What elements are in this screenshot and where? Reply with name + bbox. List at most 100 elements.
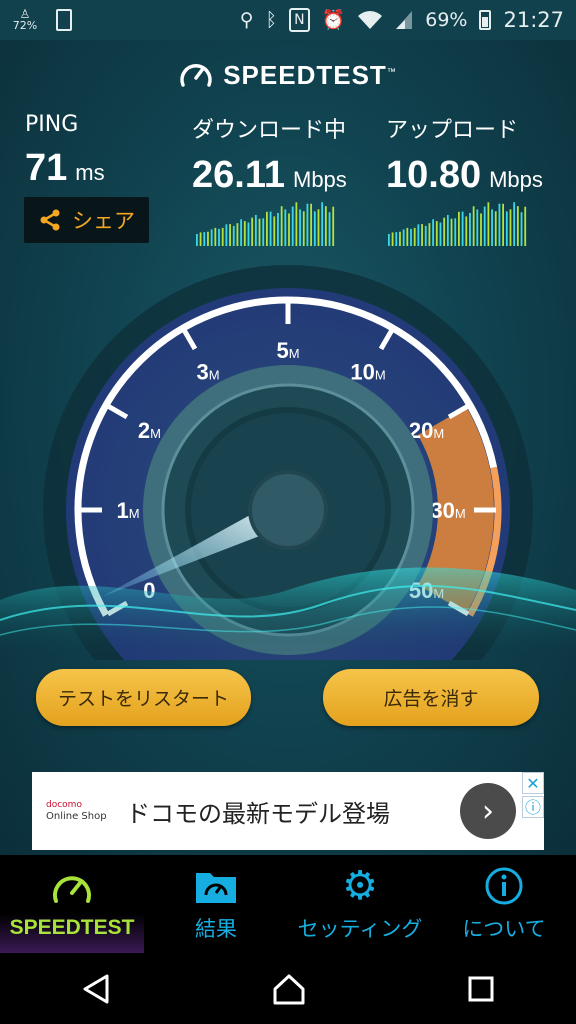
restart-test-label: テストをリスタート	[57, 688, 229, 710]
speedometer-icon	[53, 876, 91, 903]
sparkline-bar	[295, 202, 298, 246]
logo-text: SPEEDTEST	[223, 60, 387, 90]
sparkline-bar	[229, 224, 231, 246]
back-icon[interactable]	[81, 973, 111, 1005]
sparkline-bar	[247, 222, 250, 246]
sparkline-bar	[439, 222, 442, 246]
sparkline-bar	[273, 216, 276, 246]
sparkline-bar	[421, 224, 423, 246]
sparkline-bar	[262, 218, 265, 246]
sparkline-bar	[321, 202, 324, 246]
remove-ads-button[interactable]: 広告を消す	[323, 669, 539, 726]
tab-settings-label: セッティング	[297, 917, 423, 941]
sparkline-bar	[461, 211, 464, 246]
bottom-tab-bar: SPEEDTEST 結果 ⚙ セッティング について	[0, 855, 576, 953]
tab-speedtest-label: SPEEDTEST	[9, 916, 135, 939]
sparkline-bar	[395, 232, 398, 246]
sparkline-bar	[513, 202, 516, 246]
sparkline-bar	[291, 206, 294, 246]
ad-banner[interactable]: docomo Online Shop ドコモの最新モデル登場 › ✕ ⓘ	[32, 772, 544, 850]
sparkline-bar	[406, 227, 409, 246]
upload-metric: アップロード 10.80 Mbps	[386, 112, 543, 197]
sparkline-bar	[317, 209, 320, 246]
speedometer-logo-icon	[180, 63, 212, 87]
home-icon[interactable]	[272, 973, 306, 1005]
ping-value-row: 71 ms	[25, 147, 105, 190]
sparkline-bar	[218, 228, 220, 246]
sparkline-bar	[483, 206, 486, 246]
sparkline-bar	[520, 212, 523, 246]
sparkline-bar	[269, 211, 272, 246]
sparkline-bar	[310, 203, 313, 246]
ad-text: ドコモの最新モデル登場	[126, 799, 390, 828]
sparkline-bar	[410, 228, 412, 246]
download-value: 26.11	[192, 154, 285, 196]
sparkline-bar	[505, 211, 508, 246]
speed-gauge: 01M2M3M5M10M20M30M50M	[0, 265, 576, 660]
tab-results-label: 結果	[195, 917, 237, 941]
sparkline-bar	[240, 219, 243, 246]
sparkline-bar	[391, 232, 394, 246]
tab-settings[interactable]: ⚙ セッティング	[288, 855, 432, 953]
ad-chevron-right-icon[interactable]: ›	[460, 783, 516, 839]
sparkline-bar	[399, 231, 401, 246]
sparkline-bar	[207, 231, 209, 246]
sparkline-bar	[487, 202, 490, 246]
sparkline-bar	[196, 233, 198, 246]
share-button[interactable]: シェア	[24, 197, 149, 243]
sparkline-bar	[302, 211, 305, 246]
sparkline-bar	[280, 206, 283, 246]
ad-info-icon[interactable]: ⓘ	[522, 796, 544, 818]
system-nav-bar	[0, 953, 576, 1024]
sparkline-bar	[324, 206, 327, 246]
cell-signal-icon	[396, 11, 413, 29]
sparkline-bar	[254, 214, 257, 246]
sparkline-bar	[424, 225, 427, 246]
sparkline-bar	[469, 212, 471, 246]
sparkline-bar	[243, 221, 246, 246]
sparkline-bar	[450, 218, 453, 246]
remove-ads-label: 広告を消す	[383, 688, 479, 710]
logo-trademark: ™	[386, 66, 397, 77]
nfc-icon: N	[289, 8, 310, 32]
sim-card-icon	[56, 9, 72, 31]
sparkline-bar	[454, 218, 457, 246]
sparkline-bar	[232, 225, 235, 246]
upload-label: アップロード	[386, 118, 519, 143]
battery-icon	[479, 10, 492, 30]
share-icon	[40, 209, 60, 231]
sparkline-bar	[332, 206, 335, 246]
sparkline-bar	[465, 216, 468, 246]
alarm-icon: ⏰	[321, 9, 346, 31]
tab-about[interactable]: について	[432, 855, 576, 953]
sparkline-bar	[443, 217, 446, 246]
results-folder-icon	[196, 873, 236, 903]
info-icon	[485, 867, 523, 905]
ad-brand-logo: docomo Online Shop	[32, 800, 116, 822]
sparkline-bar	[306, 203, 309, 246]
battery-saver-indicator: ♙ 72%	[12, 7, 38, 32]
download-value-row: 26.11 Mbps	[192, 154, 347, 197]
sparkline-bar	[502, 203, 505, 246]
restart-test-button[interactable]: テストをリスタート	[36, 669, 251, 726]
sparkline-bar	[480, 213, 482, 246]
download-label: ダウンロード中	[192, 118, 347, 143]
sparkline-bar	[214, 227, 217, 246]
tab-about-label: について	[462, 917, 546, 941]
ad-brand-line2: Online Shop	[46, 811, 107, 822]
download-unit: Mbps	[293, 167, 347, 192]
sparkline-bar	[221, 227, 224, 246]
status-bar: ♙ 72% ⚲ ᛒ N ⏰ 69% 21:27	[0, 0, 576, 40]
sparkline-bar	[199, 232, 202, 246]
sparkline-bar	[288, 213, 290, 246]
sparkline-bar	[524, 206, 527, 246]
upload-sparkline	[388, 202, 527, 246]
recents-icon[interactable]	[467, 975, 495, 1003]
sparkline-bar	[236, 223, 239, 246]
tab-speedtest[interactable]: SPEEDTEST	[0, 855, 144, 953]
clock: 21:27	[503, 8, 564, 32]
ad-close-icon[interactable]: ✕	[522, 772, 544, 794]
sparkline-bar	[494, 211, 497, 246]
tab-results[interactable]: 結果	[144, 855, 288, 953]
sparkline-bar	[446, 214, 449, 246]
